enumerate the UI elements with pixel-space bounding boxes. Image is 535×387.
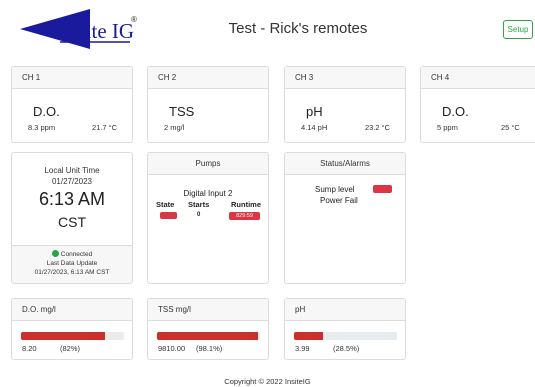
- channel-name: D.O.: [33, 104, 60, 119]
- channel-name: TSS: [169, 104, 195, 119]
- channel-label: CH 3: [285, 67, 405, 89]
- local-date: 01/27/2023: [51, 177, 93, 186]
- channel-value-primary: 5 ppm: [437, 123, 458, 132]
- pump-state-header: State: [156, 200, 175, 209]
- pump-starts-header: Starts: [188, 200, 210, 209]
- pump-state-indicator: [160, 212, 177, 219]
- gauge-value: 8.20: [22, 344, 37, 353]
- alarm-sump-level: Sump level: [315, 185, 355, 194]
- connected-status-icon: [51, 250, 59, 257]
- logo-text-shadow: Insite IG: [60, 19, 134, 43]
- gauge-fill: [294, 332, 324, 340]
- channel-card-4: CH 4 D.O. 5 ppm 25 °C: [420, 66, 535, 143]
- channel-value-primary: 4.14 pH: [301, 123, 328, 132]
- pump-runtime-header: Runtime: [231, 200, 261, 209]
- ph-gauge-card: pH 3.99 (28.5%): [284, 298, 406, 360]
- gauge-percent: (28.5%): [333, 344, 360, 353]
- time-zone: CST: [58, 214, 86, 230]
- local-time-card: Local Unit Time 01/27/2023 6:13 AM CST C…: [11, 152, 133, 284]
- gauge-track: [157, 332, 260, 340]
- gauge-percent: (98.1%): [196, 344, 223, 353]
- channel-card-3: CH 3 pH 4.14 pH 23.2 °C: [284, 66, 406, 143]
- channel-name: D.O.: [442, 104, 469, 119]
- pumps-card: Pumps Digital Input 2 State Starts Runti…: [147, 152, 269, 284]
- connection-status: Connected Last Data Update 01/27/2023, 6…: [12, 245, 132, 283]
- last-update-label: Last Data Update: [46, 260, 98, 267]
- logo-registered: ®: [131, 15, 137, 24]
- connection-status-text: Connected: [60, 251, 93, 258]
- do-gauge-card: D.O. mg/l 8.20 (82%): [11, 298, 133, 360]
- page-title: Test - Rick's remotes: [228, 20, 368, 37]
- copyright-footer: Copyright © 2022 InsiteIG: [224, 377, 311, 386]
- setup-button[interactable]: Setup: [503, 20, 533, 39]
- channel-card-2: CH 2 TSS 2 mg/l: [147, 66, 269, 143]
- channel-card-1: CH 1 D.O. 8.3 ppm 21.7 °C: [11, 66, 133, 143]
- channel-label: CH 1: [12, 67, 132, 89]
- gauge-track: [21, 332, 124, 340]
- alarm-power-fail: Power Fail: [320, 196, 358, 205]
- gauge-title: pH: [285, 299, 405, 321]
- gauge-percent: (82%): [60, 344, 81, 353]
- channel-name: pH: [306, 104, 323, 119]
- gauge-track: [294, 332, 397, 340]
- status-alarms-card: Status/Alarms Sump level Power Fail: [284, 152, 406, 284]
- gauge-title: D.O. mg/l: [12, 299, 132, 321]
- gauge-value: 3.99: [295, 344, 310, 353]
- channel-label: CH 2: [148, 67, 268, 89]
- gauge-fill: [157, 332, 259, 340]
- local-time: 6:13 AM: [38, 189, 106, 209]
- insiteig-logo[interactable]: Insite IG ®: [18, 8, 143, 50]
- local-time-label: Local Unit Time: [44, 166, 100, 175]
- last-update-value: 01/27/2023, 6:13 AM CST: [34, 269, 110, 276]
- channel-label: CH 4: [421, 67, 535, 89]
- pump-input-label: Digital Input 2: [183, 189, 233, 198]
- pump-starts-value: 0: [197, 212, 201, 218]
- gauge-fill: [21, 332, 106, 340]
- pump-runtime-badge: 829:59: [229, 212, 260, 220]
- page-header: Insite IG ® Test - Rick's remotes Setup: [0, 0, 535, 58]
- channel-value-temperature: 25 °C: [501, 123, 520, 132]
- channel-value-temperature: 23.2 °C: [365, 123, 391, 132]
- pumps-title: Pumps: [148, 153, 268, 175]
- logo-graphic: Insite IG ®: [20, 9, 137, 49]
- gauge-value: 9810.00: [158, 344, 186, 353]
- channel-value-primary: 8.3 ppm: [28, 123, 56, 132]
- channel-value-temperature: 21.7 °C: [92, 123, 118, 132]
- gauge-title: TSS mg/l: [148, 299, 268, 321]
- tss-gauge-card: TSS mg/l 9810.00 (98.1%): [147, 298, 269, 360]
- channel-value-primary: 2 mg/l: [164, 123, 185, 132]
- status-alarms-title: Status/Alarms: [285, 153, 405, 175]
- alarm-sump-level-indicator: [373, 185, 392, 193]
